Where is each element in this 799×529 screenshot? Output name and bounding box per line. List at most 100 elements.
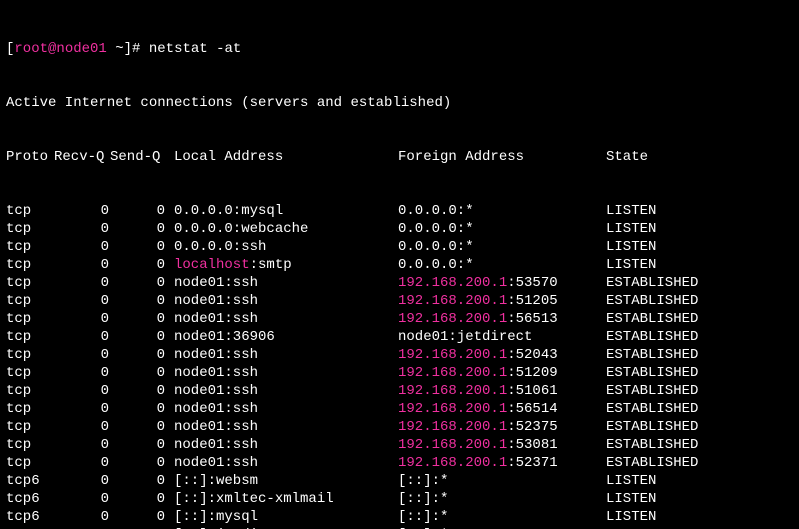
cell-recvq: 0 xyxy=(54,346,110,364)
cell-sendq: 0 xyxy=(110,400,166,418)
table-row: tcp00node01:ssh192.168.200.1:52371ESTABL… xyxy=(6,454,797,472)
table-row: tcp000.0.0.0:ssh0.0.0.0:*LISTEN xyxy=(6,238,797,256)
text-segment: node01:ssh xyxy=(174,437,258,453)
cell-proto: tcp xyxy=(6,436,54,454)
cell-recvq: 0 xyxy=(54,328,110,346)
text-segment: [::]:* xyxy=(398,509,448,525)
cell-local-address: [::]:mysql xyxy=(174,508,374,526)
cell-state: ESTABLISHED xyxy=(606,292,726,310)
cell-foreign-address: 0.0.0.0:* xyxy=(398,256,598,274)
cell-local-address: 0.0.0.0:ssh xyxy=(174,238,374,256)
cell-proto: tcp6 xyxy=(6,472,54,490)
cell-local-address: node01:ssh xyxy=(174,418,374,436)
cell-foreign-address: 192.168.200.1:56513 xyxy=(398,310,598,328)
text-segment: :smtp xyxy=(250,257,292,273)
table-row: tcp00node01:ssh192.168.200.1:52375ESTABL… xyxy=(6,418,797,436)
cell-recvq: 0 xyxy=(54,508,110,526)
cell-proto: tcp6 xyxy=(6,490,54,508)
table-row: tcp000.0.0.0:mysql0.0.0.0:*LISTEN xyxy=(6,202,797,220)
prompt-user-host: root@node01 xyxy=(14,41,106,57)
cell-foreign-address: 192.168.200.1:52043 xyxy=(398,346,598,364)
table-row: tcp600[::]:websm[::]:*LISTEN xyxy=(6,472,797,490)
text-segment: node01:ssh xyxy=(174,311,258,327)
text-segment: [::]:* xyxy=(398,491,448,507)
cell-proto: tcp xyxy=(6,256,54,274)
cell-proto: tcp xyxy=(6,202,54,220)
table-row: tcp00node01:ssh192.168.200.1:53081ESTABL… xyxy=(6,436,797,454)
text-segment: [::]:mysql xyxy=(174,509,258,525)
text-segment: node01:36906 xyxy=(174,329,275,345)
table-body: tcp000.0.0.0:mysql0.0.0.0:*LISTENtcp000.… xyxy=(6,202,797,529)
cell-state: LISTEN xyxy=(606,220,726,238)
cell-foreign-address: 192.168.200.1:51061 xyxy=(398,382,598,400)
text-segment: 0.0.0.0:* xyxy=(398,239,474,255)
cell-local-address: [::]:xmltec-xmlmail xyxy=(174,490,374,508)
cell-proto: tcp6 xyxy=(6,508,54,526)
text-segment: :51205 xyxy=(507,293,557,309)
cell-state: ESTABLISHED xyxy=(606,400,726,418)
cell-sendq: 0 xyxy=(110,328,166,346)
cell-proto: tcp xyxy=(6,454,54,472)
cell-recvq: 0 xyxy=(54,238,110,256)
text-segment: 192.168.200.1 xyxy=(398,311,507,327)
cell-foreign-address: 192.168.200.1:51209 xyxy=(398,364,598,382)
table-row: tcp600[::]:mysql[::]:*LISTEN xyxy=(6,508,797,526)
cell-proto: tcp xyxy=(6,292,54,310)
cell-recvq: 0 xyxy=(54,256,110,274)
cell-state: LISTEN xyxy=(606,238,726,256)
text-segment: node01:ssh xyxy=(174,455,258,471)
cell-local-address: node01:ssh xyxy=(174,436,374,454)
cell-local-address: 0.0.0.0:mysql xyxy=(174,202,374,220)
cell-foreign-address: 192.168.200.1:56514 xyxy=(398,400,598,418)
text-segment: 192.168.200.1 xyxy=(398,383,507,399)
cell-recvq: 0 xyxy=(54,454,110,472)
cell-local-address: node01:ssh xyxy=(174,346,374,364)
table-row: tcp000.0.0.0:webcache0.0.0.0:*LISTEN xyxy=(6,220,797,238)
prompt-line: [root@node01 ~]# netstat -at xyxy=(6,40,797,58)
cell-state: ESTABLISHED xyxy=(606,346,726,364)
terminal[interactable]: [root@node01 ~]# netstat -at Active Inte… xyxy=(0,0,799,529)
cell-local-address: 0.0.0.0:webcache xyxy=(174,220,374,238)
text-segment: :56514 xyxy=(507,401,557,417)
cell-recvq: 0 xyxy=(54,220,110,238)
cell-sendq: 0 xyxy=(110,256,166,274)
cell-local-address: [::]:websm xyxy=(174,472,374,490)
cell-local-address: node01:ssh xyxy=(174,400,374,418)
text-segment: node01:ssh xyxy=(174,419,258,435)
text-segment: node01:ssh xyxy=(174,365,258,381)
cell-foreign-address: 192.168.200.1:53081 xyxy=(398,436,598,454)
table-row: tcp00node01:ssh192.168.200.1:56513ESTABL… xyxy=(6,310,797,328)
table-row: tcp00node01:ssh192.168.200.1:52043ESTABL… xyxy=(6,346,797,364)
text-segment: node01:ssh xyxy=(174,401,258,417)
text-segment: 192.168.200.1 xyxy=(398,365,507,381)
text-segment: node01:ssh xyxy=(174,347,258,363)
text-segment: 0.0.0.0:ssh xyxy=(174,239,266,255)
text-segment: :52371 xyxy=(507,455,557,471)
cell-foreign-address: 0.0.0.0:* xyxy=(398,220,598,238)
text-segment: 192.168.200.1 xyxy=(398,437,507,453)
cell-state: ESTABLISHED xyxy=(606,364,726,382)
cell-state: ESTABLISHED xyxy=(606,328,726,346)
cell-local-address: node01:ssh xyxy=(174,364,374,382)
cell-local-address: node01:ssh xyxy=(174,310,374,328)
cell-sendq: 0 xyxy=(110,508,166,526)
cell-state: ESTABLISHED xyxy=(606,436,726,454)
cell-state: LISTEN xyxy=(606,202,726,220)
cell-foreign-address: 0.0.0.0:* xyxy=(398,202,598,220)
cell-recvq: 0 xyxy=(54,364,110,382)
cell-foreign-address: 192.168.200.1:51205 xyxy=(398,292,598,310)
text-segment: :56513 xyxy=(507,311,557,327)
cell-state: ESTABLISHED xyxy=(606,454,726,472)
text-segment: :52043 xyxy=(507,347,557,363)
cell-state: ESTABLISHED xyxy=(606,418,726,436)
output-title: Active Internet connections (servers and… xyxy=(6,94,797,112)
cell-recvq: 0 xyxy=(54,436,110,454)
prompt-path: ~ xyxy=(107,41,124,57)
text-segment: [::]:websm xyxy=(174,473,258,489)
text-segment: [::]:* xyxy=(398,473,448,489)
cell-state: LISTEN xyxy=(606,508,726,526)
cell-recvq: 0 xyxy=(54,310,110,328)
text-segment: 0.0.0.0:* xyxy=(398,203,474,219)
text-segment: :51209 xyxy=(507,365,557,381)
text-segment: 192.168.200.1 xyxy=(398,419,507,435)
